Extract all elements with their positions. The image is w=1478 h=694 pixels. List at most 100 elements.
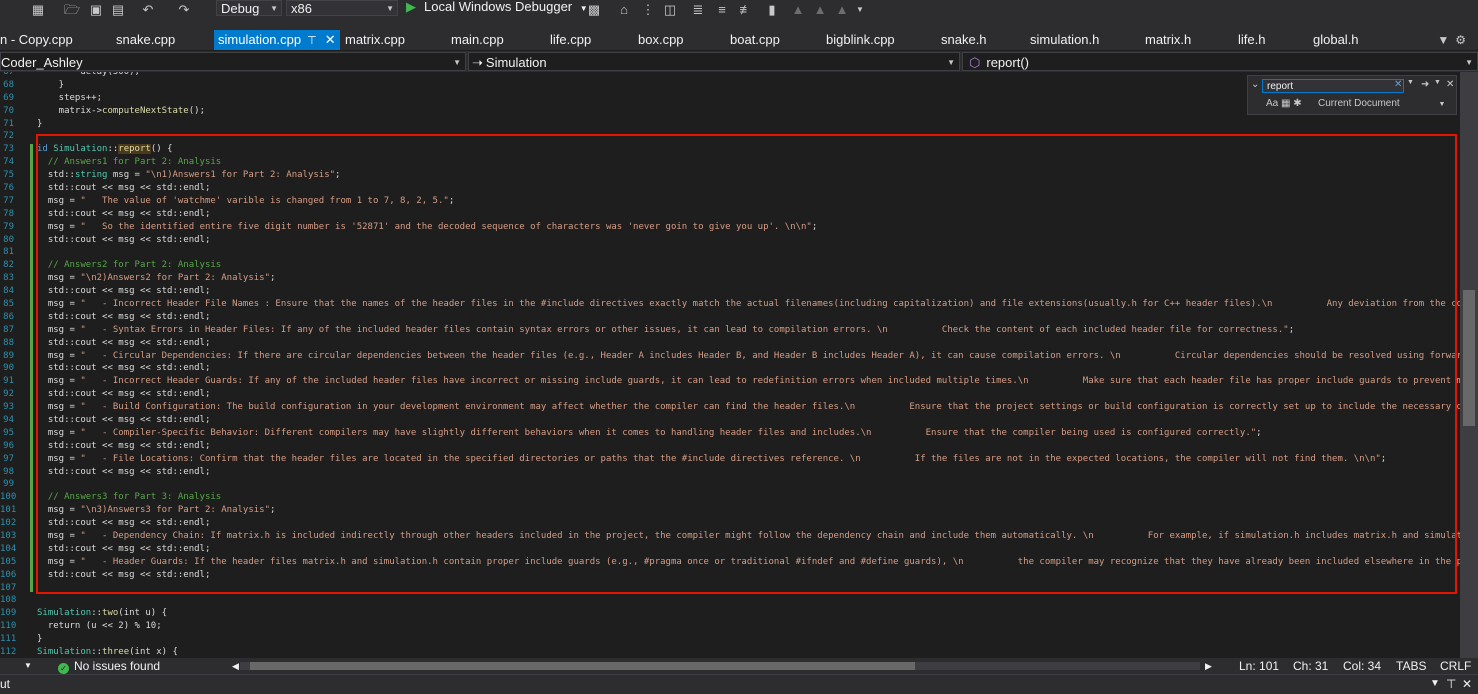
code-line[interactable]: 110 return (u << 2) % 10; — [0, 620, 1460, 633]
home-icon[interactable]: ⌂ — [616, 3, 632, 17]
code-line[interactable]: 73 id Simulation::report() { — [0, 143, 1460, 156]
code-line[interactable]: 74 // Answers1 for Part 2: Analysis — [0, 156, 1460, 169]
pin-icon[interactable]: ⊤ — [1446, 675, 1456, 693]
code-line[interactable]: 111} — [0, 633, 1460, 646]
diagnostics-icon[interactable]: ▩ — [586, 3, 602, 17]
horizontal-scrollbar[interactable] — [240, 662, 1200, 670]
scroll-left-icon[interactable]: ◀ — [232, 658, 239, 674]
close-icon[interactable]: ✕ — [1462, 675, 1472, 693]
find-next-icon[interactable]: ➜ — [1421, 79, 1429, 90]
code-line[interactable]: 84 std::cout << msg << std::endl; — [0, 285, 1460, 298]
bookmark-icon[interactable]: ▮ — [764, 3, 780, 17]
platform-select[interactable]: x86 ▼ — [286, 0, 398, 16]
code-line[interactable]: 98 std::cout << msg << std::endl; — [0, 466, 1460, 479]
pin-icon[interactable]: ▼ — [1430, 675, 1440, 693]
code-line[interactable]: 70 matrix->computeNextState(); — [0, 105, 1460, 118]
tab-matrix-cpp[interactable]: matrix.cpp — [345, 30, 405, 50]
code-line[interactable]: 69 steps++; — [0, 92, 1460, 105]
indent-mode[interactable]: TABS — [1396, 658, 1426, 674]
horizontal-scroll-thumb[interactable] — [250, 662, 915, 670]
code-line[interactable]: 72 — [0, 130, 1460, 143]
code-line[interactable]: 112 Simulation::three(int x) { — [0, 646, 1460, 658]
member-dropdown[interactable]: ⬡ report() ▼ — [962, 52, 1478, 71]
code-line[interactable]: 107 — [0, 582, 1460, 595]
find-dropdown-icon[interactable]: ▼ — [1434, 79, 1441, 86]
code-line[interactable]: 68 } — [0, 79, 1460, 92]
code-line[interactable]: 88 std::cout << msg << std::endl; — [0, 337, 1460, 350]
code-line[interactable]: 86 std::cout << msg << std::endl; — [0, 311, 1460, 324]
step-icon[interactable]: ⋮ — [640, 3, 656, 17]
char-number[interactable]: Ch: 31 — [1293, 658, 1328, 674]
code-line[interactable]: 91 msg = " - Incorrect Header Guards: If… — [0, 375, 1460, 388]
scroll-right-icon[interactable]: ▶ — [1205, 658, 1212, 674]
code-editor[interactable]: 67 delay(500); 68 } 69 steps++; 70 matrix->… — [0, 72, 1460, 658]
column-number[interactable]: Col: 34 — [1343, 658, 1381, 674]
code-line[interactable]: 94 std::cout << msg << std::endl; — [0, 414, 1460, 427]
outdent-icon[interactable]: ≣ — [690, 3, 706, 17]
bookmark-next-icon[interactable]: ▲ — [812, 3, 828, 17]
code-line[interactable]: 80 std::cout << msg << std::endl; — [0, 234, 1460, 247]
tab-life-cpp[interactable]: life.cpp — [550, 30, 591, 50]
save-icon[interactable]: ▣ — [88, 3, 104, 17]
tab-copy-cpp[interactable]: n - Copy.cpp — [0, 30, 73, 50]
comment-icon[interactable]: ≢ — [738, 3, 754, 17]
vertical-scroll-thumb[interactable] — [1463, 290, 1475, 426]
pin-icon[interactable]: ⊤ — [307, 35, 317, 47]
zoom-dropdown-icon[interactable]: ▼ — [24, 658, 32, 674]
line-number[interactable]: Ln: 101 — [1239, 658, 1279, 674]
tab-bigblink-cpp[interactable]: bigblink.cpp — [826, 30, 895, 50]
open-folder-icon[interactable]: 🗁 — [64, 3, 80, 17]
expand-replace-icon[interactable]: ⌄ — [1251, 79, 1259, 90]
tab-simulation-cpp[interactable]: simulation.cpp ⊤ ✕ — [214, 30, 340, 50]
issues-indicator[interactable]: ✓ No issues found — [58, 658, 160, 674]
line-ending[interactable]: CRLF — [1440, 658, 1471, 674]
code-line[interactable]: 76 std::cout << msg << std::endl; — [0, 182, 1460, 195]
project-dropdown[interactable]: Coder_Ashley ▼ — [0, 52, 466, 71]
find-input[interactable]: report — [1262, 79, 1404, 93]
start-debugger-button[interactable]: ▶ Local Windows Debugger ▼ — [406, 0, 588, 16]
code-line[interactable]: 104 std::cout << msg << std::endl; — [0, 543, 1460, 556]
code-line[interactable]: 90 std::cout << msg << std::endl; — [0, 362, 1460, 375]
code-line[interactable]: 93 msg = " - Build Configuration: The bu… — [0, 401, 1460, 414]
toolbar-overflow-icon[interactable]: ▼ — [852, 3, 868, 17]
code-line[interactable]: 109 Simulation::two(int u) { — [0, 607, 1460, 620]
tab-global-h[interactable]: global.h — [1313, 30, 1359, 50]
close-icon[interactable]: ✕ — [325, 32, 336, 47]
indent-icon[interactable]: ≡ — [714, 3, 730, 17]
code-line[interactable]: 95 msg = " - Compiler-Specific Behavior:… — [0, 427, 1460, 440]
code-line[interactable]: 71} — [0, 118, 1460, 131]
configuration-select[interactable]: Debug ▼ — [216, 0, 282, 16]
code-line[interactable]: 96 std::cout << msg << std::endl; — [0, 440, 1460, 453]
code-line[interactable]: 100 // Answers3 for Part 3: Analysis — [0, 491, 1460, 504]
code-line[interactable]: 105 msg = " - Header Guards: If the head… — [0, 556, 1460, 569]
bookmark-clear-icon[interactable]: ▲ — [834, 3, 850, 17]
close-find-icon[interactable]: ✕ — [1446, 79, 1454, 90]
find-scope-select[interactable]: Current Document ▼ — [1318, 98, 1445, 109]
code-line[interactable]: 92 std::cout << msg << std::endl; — [0, 388, 1460, 401]
code-line[interactable]: 102 std::cout << msg << std::endl; — [0, 517, 1460, 530]
code-line[interactable]: 97 msg = " - File Locations: Confirm tha… — [0, 453, 1460, 466]
tab-boat-cpp[interactable]: boat.cpp — [730, 30, 780, 50]
clear-search-icon[interactable]: ✕ — [1394, 79, 1402, 90]
redo-icon[interactable]: ↷ — [176, 3, 192, 17]
tab-matrix-h[interactable]: matrix.h — [1145, 30, 1191, 50]
code-line[interactable]: 79 msg = " So the identified entire five… — [0, 221, 1460, 234]
match-options-icon[interactable]: Aa ▦ ✱ — [1266, 98, 1302, 109]
code-line[interactable]: 77 msg = " The value of 'watchme' varibl… — [0, 195, 1460, 208]
tab-snake-cpp[interactable]: snake.cpp — [116, 30, 175, 50]
code-line[interactable]: 99 — [0, 478, 1460, 491]
save-all-icon[interactable]: ▤ — [110, 3, 126, 17]
tab-snake-h[interactable]: snake.h — [941, 30, 987, 50]
tab-box-cpp[interactable]: box.cpp — [638, 30, 684, 50]
tab-simulation-h[interactable]: simulation.h — [1030, 30, 1099, 50]
code-line[interactable]: 101 msg = "\n3)Answers3 for Part 2: Anal… — [0, 504, 1460, 517]
code-line[interactable]: 83 msg = "\n2)Answers2 for Part 2: Analy… — [0, 272, 1460, 285]
code-line[interactable]: 108 — [0, 594, 1460, 607]
tab-life-h[interactable]: life.h — [1238, 30, 1265, 50]
find-options-icon[interactable]: ▼ — [1407, 79, 1414, 86]
bookmark-prev-icon[interactable]: ▲ — [790, 3, 806, 17]
code-line[interactable]: 81 — [0, 246, 1460, 259]
code-line[interactable]: 85 msg = " - Incorrect Header File Names… — [0, 298, 1460, 311]
code-line[interactable]: 87 msg = " - Syntax Errors in Header Fil… — [0, 324, 1460, 337]
code-line[interactable]: 75 std::string msg = "\n1)Answers1 for P… — [0, 169, 1460, 182]
